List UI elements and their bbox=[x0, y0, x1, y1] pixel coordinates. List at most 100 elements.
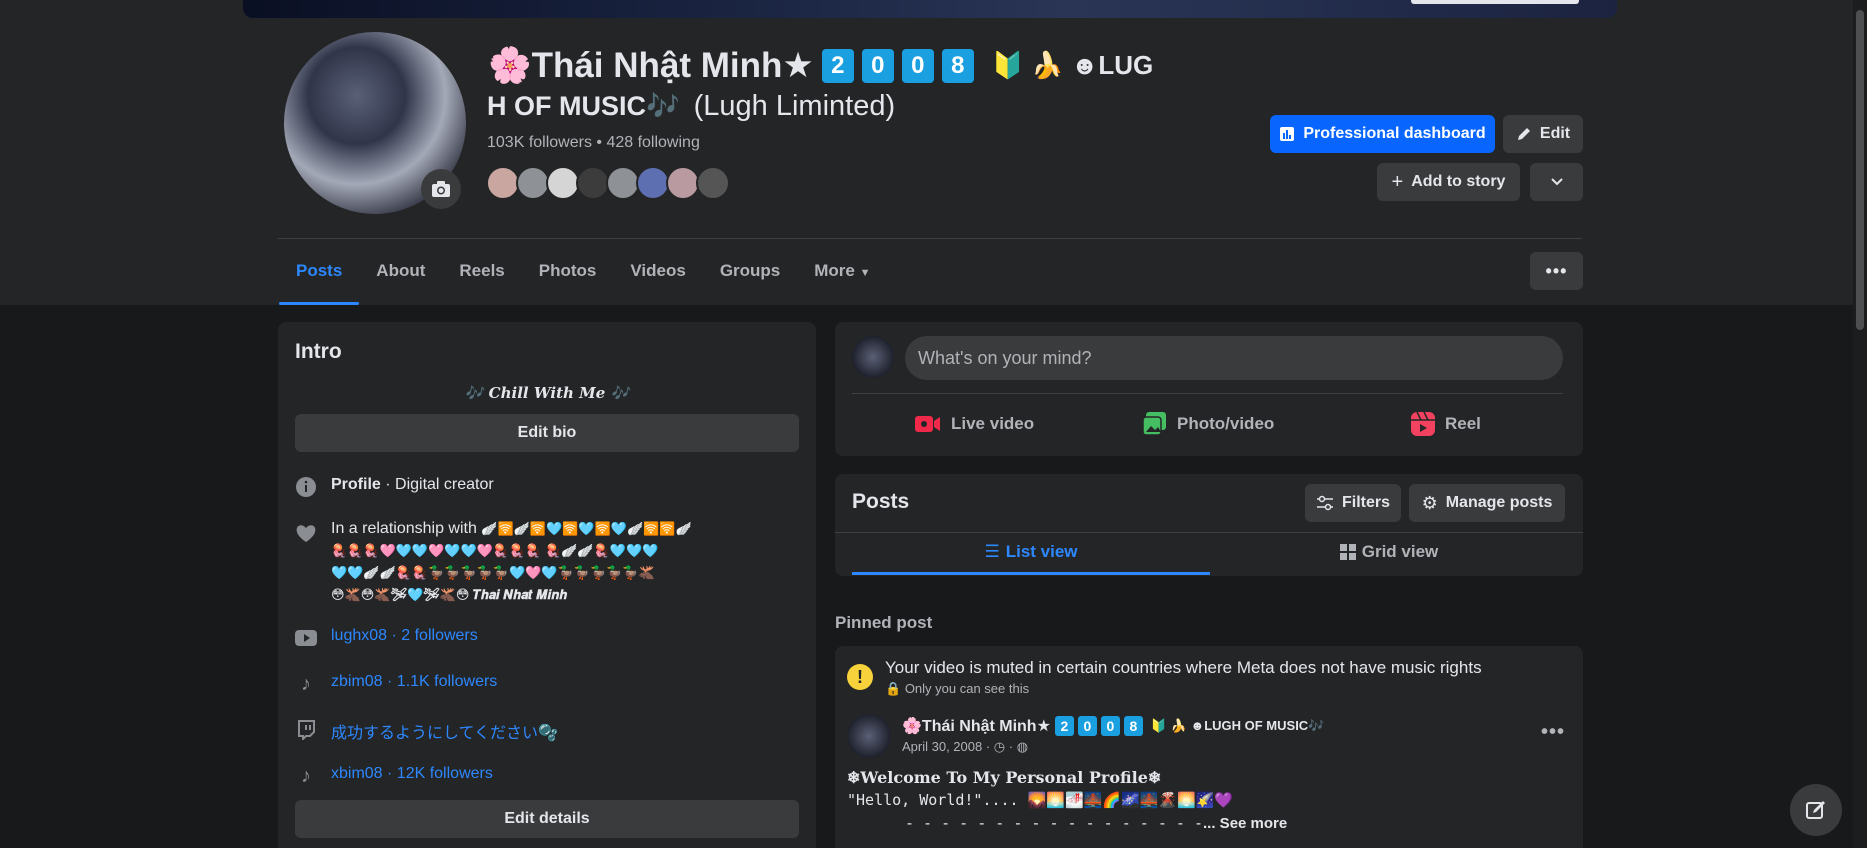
compose-icon bbox=[1806, 801, 1825, 819]
see-more-link[interactable]: ... See more bbox=[1203, 815, 1287, 832]
profile-tabs: Posts About Reels Photos Videos Groups M… bbox=[279, 250, 888, 305]
author-prefix: 🌸Thái Nhật Minh★ bbox=[902, 718, 1051, 735]
photo-video-button[interactable]: Photo/video bbox=[1143, 404, 1274, 444]
post-body-heading: ❄Welcome To My Personal Profile❄ bbox=[847, 768, 1162, 787]
intro-relationship-row: In a relationship with 🪽🛜🪽🛜🩵🛜🩵🛜🩵🪽🛜🛜🪽 🪼🪼🪼… bbox=[295, 518, 799, 606]
post-options-button[interactable]: ••• bbox=[1541, 721, 1565, 744]
composer-divider bbox=[852, 393, 1563, 394]
reel-button[interactable]: Reel bbox=[1411, 404, 1481, 444]
friend-avatar[interactable] bbox=[576, 166, 610, 200]
profile-name-line2: H OF MUSIC🎶 (Lugh Liminted) bbox=[487, 90, 895, 123]
edit-profile-button[interactable]: Edit bbox=[1503, 115, 1583, 153]
friend-avatar[interactable] bbox=[546, 166, 580, 200]
relationship-prefix: In a relationship with bbox=[331, 520, 482, 537]
edit-bio-button[interactable]: Edit bio bbox=[295, 414, 799, 452]
name-line2-light: (Lugh Liminted) bbox=[693, 90, 896, 122]
plus-icon: + bbox=[1391, 170, 1404, 193]
friend-avatar[interactable] bbox=[696, 166, 730, 200]
post-body-greeting: "Hello, World!".... 🌄🌅🌁🌉🌈🌌🌉🌋🌅🌠💜 bbox=[847, 791, 1234, 809]
chevron-down-icon bbox=[1550, 178, 1563, 186]
tiktok-icon: ♪ bbox=[301, 672, 311, 695]
tab-reels[interactable]: Reels bbox=[442, 250, 521, 305]
composer-card: What's on your mind? Live video Photo/vi… bbox=[835, 322, 1583, 456]
youtube-icon bbox=[295, 627, 317, 649]
reel-label: Reel bbox=[1445, 414, 1481, 433]
post-author-name[interactable]: 🌸Thái Nhật Minh★ 2 0 0 8 🔰 🍌 ☻LUGH OF MU… bbox=[902, 716, 1324, 736]
manage-posts-label: Manage posts bbox=[1445, 494, 1553, 511]
caret-down-icon: ▼ bbox=[859, 267, 871, 279]
profile-type: · Digital creator bbox=[380, 476, 494, 493]
posts-panel: Posts Filters ⚙ Manage posts ☰ List view… bbox=[835, 474, 1583, 576]
professional-dashboard-button[interactable]: Professional dashboard bbox=[1270, 115, 1495, 153]
friend-avatar[interactable] bbox=[666, 166, 700, 200]
edit-cover-button[interactable] bbox=[1411, 0, 1579, 4]
ellipsis-icon: ••• bbox=[1545, 260, 1568, 281]
friend-avatars[interactable] bbox=[486, 166, 730, 200]
tab-groups[interactable]: Groups bbox=[703, 250, 797, 305]
reel-icon bbox=[1411, 412, 1435, 436]
tab-about[interactable]: About bbox=[359, 250, 442, 305]
tiktok-icon: ♪ bbox=[301, 764, 311, 787]
tab-photos[interactable]: Photos bbox=[522, 250, 614, 305]
intro-card: Intro 🎶 Chill With Me 🎶 Edit bio Profile… bbox=[278, 322, 816, 848]
tiktok-link[interactable]: zbim08 · 1.1K followers bbox=[331, 673, 497, 695]
follow-stats[interactable]: 103K followers • 428 following bbox=[487, 134, 700, 152]
only-you-text: Only you can see this bbox=[904, 681, 1030, 696]
twitch-icon bbox=[295, 719, 317, 741]
intro-profile-row: Profile · Digital creator bbox=[295, 476, 799, 498]
author-digit: 8 bbox=[1123, 716, 1143, 736]
friend-avatar[interactable] bbox=[636, 166, 670, 200]
only-you-note: 🔒 Only you can see this bbox=[885, 681, 1029, 697]
whats-on-your-mind-input[interactable]: What's on your mind? bbox=[905, 336, 1563, 380]
friend-avatar[interactable] bbox=[516, 166, 550, 200]
live-video-icon bbox=[915, 416, 940, 432]
profile-name: 🌸Thái Nhật Minh★ 2 0 0 8 🔰 🍌 ☻LUG bbox=[488, 45, 1153, 86]
profile-options-dropdown[interactable] bbox=[1530, 163, 1583, 201]
list-view-tab[interactable]: ☰ List view bbox=[852, 529, 1210, 575]
post-date[interactable]: April 30, 2008 · bbox=[902, 739, 994, 754]
name-prefix: 🌸Thái Nhật Minh★ bbox=[488, 46, 814, 85]
tab-more-label: More bbox=[814, 261, 855, 280]
tab-videos[interactable]: Videos bbox=[613, 250, 702, 305]
photo-video-label: Photo/video bbox=[1177, 414, 1275, 433]
name-digit: 0 bbox=[861, 48, 894, 83]
name-line2-bold: H OF MUSIC🎶 bbox=[487, 91, 680, 121]
post-author-avatar[interactable] bbox=[847, 714, 891, 758]
music-rights-warning: Your video is muted in certain countries… bbox=[885, 658, 1482, 677]
bio-text: 🎶 Chill With Me 🎶 bbox=[464, 384, 630, 402]
tab-more[interactable]: More ▼ bbox=[797, 250, 887, 305]
name-digit: 8 bbox=[941, 48, 974, 83]
friend-avatar[interactable] bbox=[486, 166, 520, 200]
manage-posts-button[interactable]: ⚙ Manage posts bbox=[1409, 484, 1565, 522]
tab-posts[interactable]: Posts bbox=[279, 250, 360, 305]
composer-avatar[interactable] bbox=[852, 336, 894, 378]
relationship-line-1: In a relationship with 🪽🛜🪽🛜🩵🛜🩵🛜🩵🪽🛜🛜🪽 bbox=[331, 518, 692, 540]
grid-view-tab[interactable]: Grid view bbox=[1210, 529, 1568, 575]
relationship-emojis-1: 🪽🛜🪽🛜🩵🛜🩵🛜🩵🪽🛜🛜🪽 bbox=[481, 521, 692, 536]
relationship-line-2: 🪼🪼🪼🩷🩵🩵🩷🩵🩵🩷🪼🪼🪼 🪼🪽🪽🪼🩵🩵🩵 bbox=[331, 543, 659, 558]
pencil-icon bbox=[1517, 128, 1530, 140]
live-video-button[interactable]: Live video bbox=[915, 404, 1034, 444]
twitch-link[interactable]: 成功するようにしてください🫧 bbox=[331, 719, 558, 743]
youtube-link[interactable]: lughx08 · 2 followers bbox=[331, 627, 478, 649]
add-to-story-button[interactable]: + Add to story bbox=[1377, 163, 1520, 201]
dashes-text: - - - - - - - - - - - - - - - - - bbox=[905, 814, 1204, 832]
scrollbar-thumb[interactable] bbox=[1856, 10, 1864, 330]
tiktok-link[interactable]: xbim08 · 12K followers bbox=[331, 765, 493, 787]
page-scrollbar[interactable] bbox=[1853, 0, 1867, 848]
relationship-text: In a relationship with 🪽🛜🪽🛜🩵🛜🩵🛜🩵🪽🛜🛜🪽 🪼🪼🪼… bbox=[331, 518, 692, 606]
header-divider bbox=[278, 238, 1582, 239]
author-digit: 0 bbox=[1077, 716, 1097, 736]
intro-tiktok-row: ♪ zbim08 · 1.1K followers bbox=[295, 673, 799, 695]
author-digit: 2 bbox=[1054, 716, 1074, 736]
posts-title: Posts bbox=[852, 490, 910, 513]
dashboard-icon bbox=[1280, 127, 1295, 141]
friend-avatar[interactable] bbox=[606, 166, 640, 200]
relationship-line-4: 😳🫎😳🫎🛩🩵🛩🫎😳 𝑻𝒉𝒂𝒊 𝑵𝒉𝒂𝒕 𝑴𝒊𝒏𝒉 bbox=[331, 587, 567, 602]
new-message-button[interactable] bbox=[1790, 784, 1842, 836]
cover-photo[interactable] bbox=[243, 0, 1617, 18]
filters-button[interactable]: Filters bbox=[1305, 484, 1401, 522]
edit-details-button[interactable]: Edit details bbox=[295, 800, 799, 838]
camera-icon[interactable] bbox=[421, 169, 461, 209]
more-options-button[interactable]: ••• bbox=[1530, 252, 1583, 290]
